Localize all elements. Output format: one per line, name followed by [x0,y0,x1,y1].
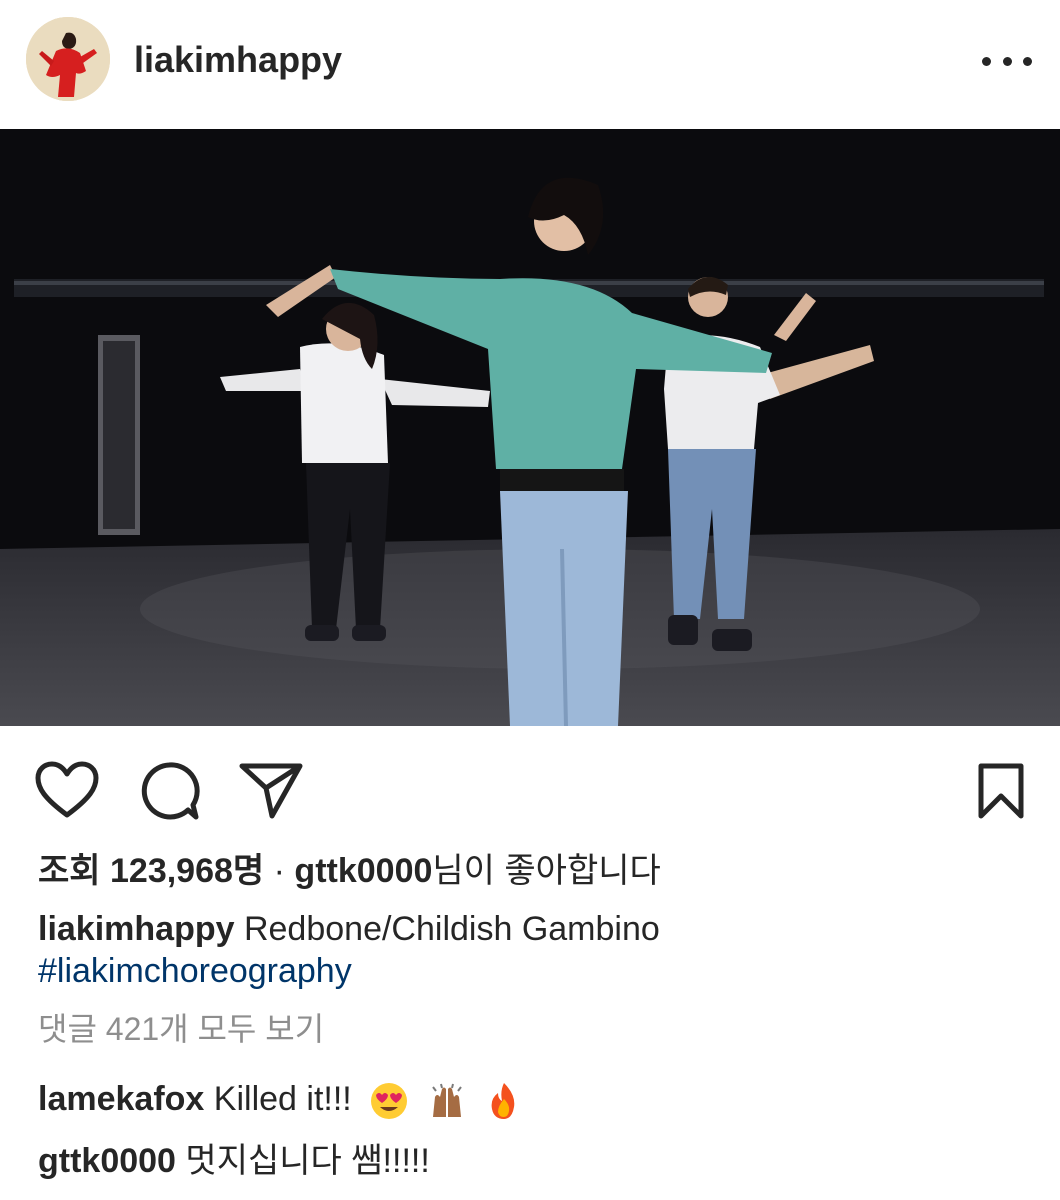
more-options-icon[interactable] [982,46,1032,76]
avatar[interactable] [26,17,110,101]
liked-suffix: 님이 좋아합니다 [432,852,661,890]
post-caption: liakimhappy Redbone/Childish Gambino #li… [38,908,1028,992]
dance-video-frame [0,129,1060,726]
comment-text: 멋지십니다 쌤!!!!! [185,1142,430,1180]
heart-icon[interactable] [34,760,100,820]
comment-icon[interactable] [138,760,200,822]
comment-username[interactable]: gttk0000 [38,1142,176,1180]
dot [982,56,991,66]
post-video[interactable] [0,129,1060,726]
share-icon[interactable] [238,760,304,820]
comment-username[interactable]: lamekafox [38,1080,204,1118]
dot [1002,56,1012,66]
post-username[interactable]: liakimhappy [134,38,342,82]
views-likes-line: 조회 123,968명 · gttk0000님이 좋아합니다 [38,850,661,892]
raised-hands-emoji-icon [431,1083,462,1118]
comment-item: lamekafox Killed it!!! [38,1078,524,1121]
heart-eyes-emoji-icon [371,1083,408,1120]
avatar-image [26,17,110,101]
view-all-comments-link[interactable]: 댓글 421개 모두 보기 [38,1008,324,1050]
comment-text: Killed it!!! [213,1080,352,1118]
view-count[interactable]: 조회 123,968명 [38,852,264,890]
separator: · [273,852,285,890]
caption-text: Redbone/Childish Gambino [243,910,660,948]
action-bar [0,726,1060,846]
caption-username[interactable]: liakimhappy [38,910,235,948]
post-header: liakimhappy [0,0,1060,126]
fire-emoji-icon [491,1083,515,1120]
comment-item: gttk0000 멋지십니다 쌤!!!!! [38,1140,430,1182]
bookmark-icon[interactable] [976,762,1026,820]
dot [1023,56,1032,66]
liked-by-user[interactable]: gttk0000 [294,852,432,890]
hashtag-link[interactable]: #liakimchoreography [38,950,1028,992]
